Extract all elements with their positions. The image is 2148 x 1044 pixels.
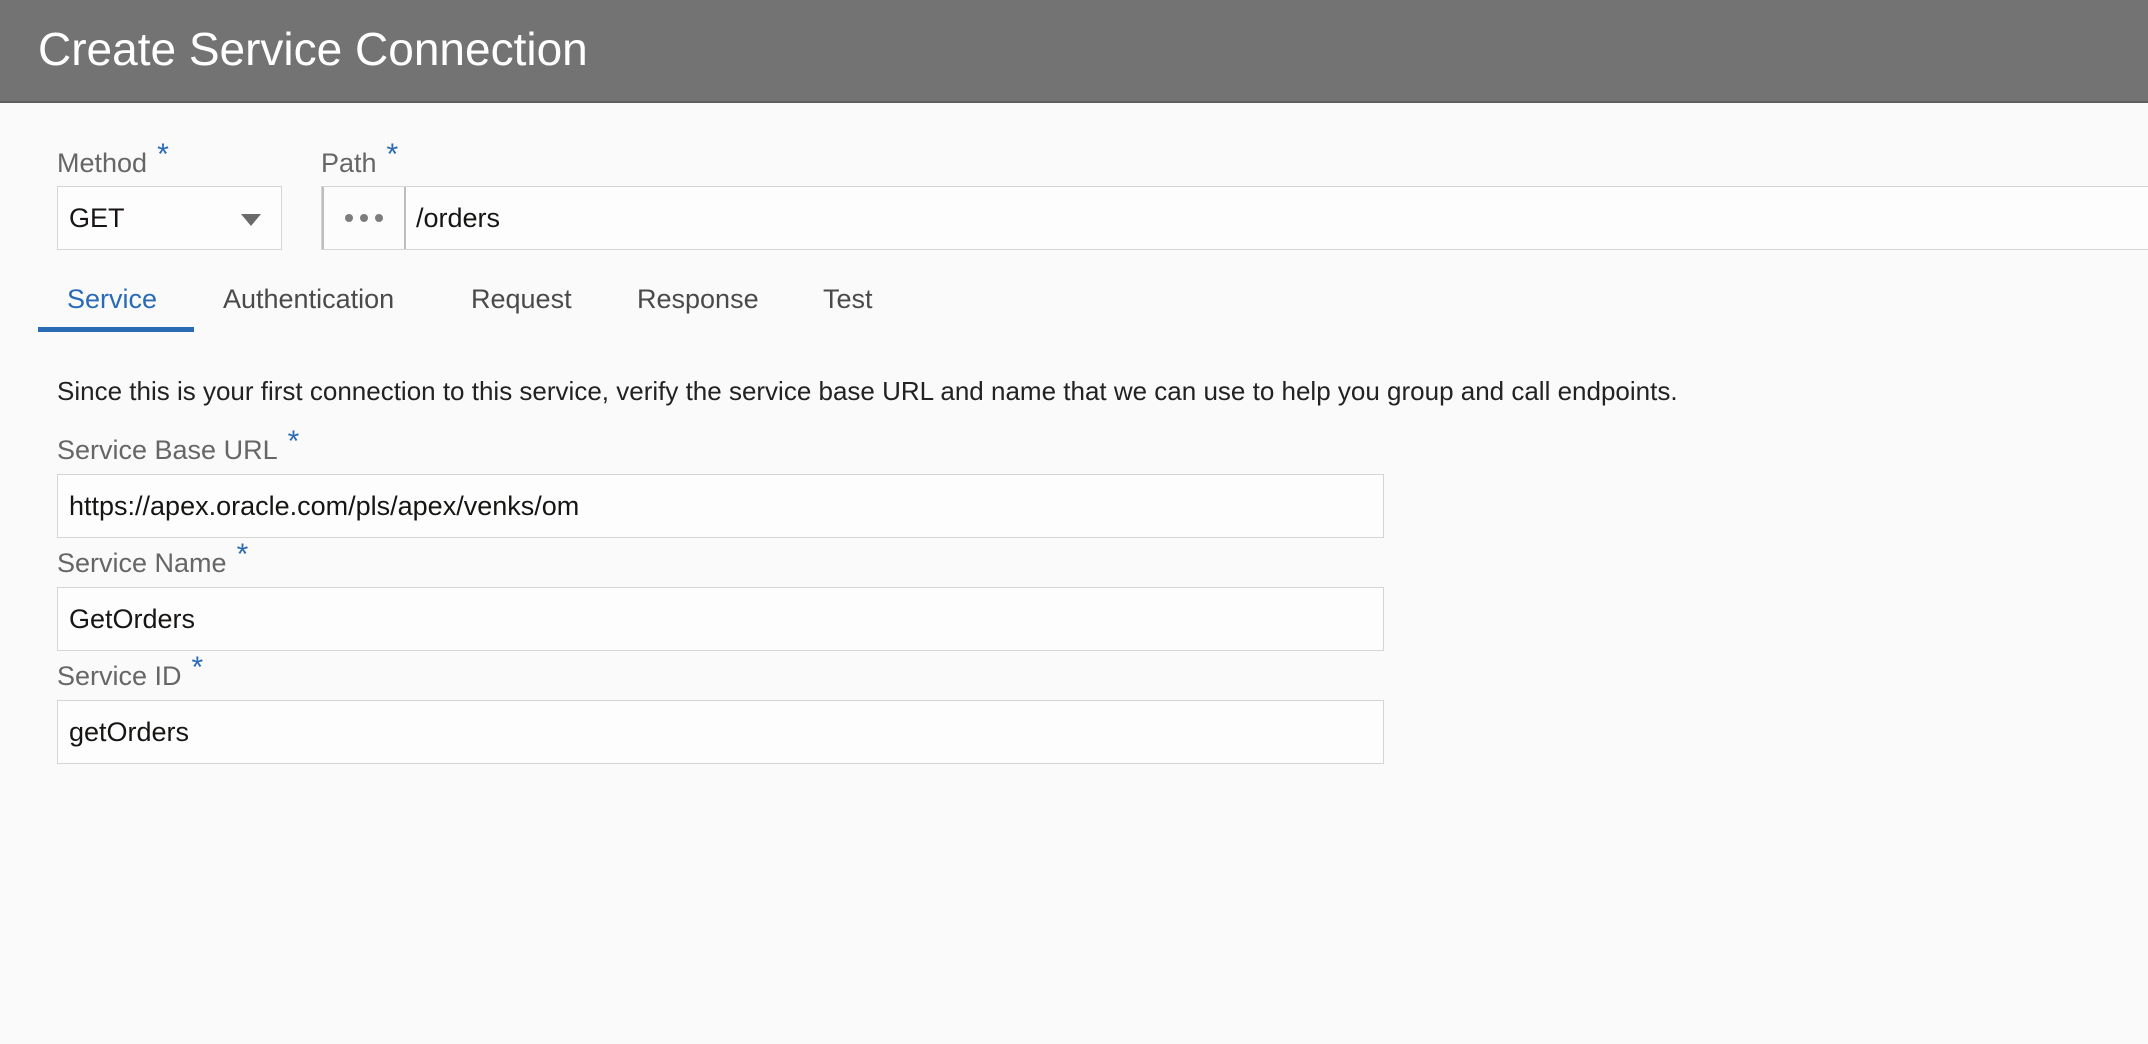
service-base-url-input[interactable]: https://apex.oracle.com/pls/apex/venks/o… xyxy=(57,474,1384,538)
active-tab-indicator xyxy=(38,327,194,332)
service-base-url-label: Service Base URL * xyxy=(57,425,299,467)
tab-service[interactable]: Service xyxy=(67,276,157,334)
service-id-required-mark: * xyxy=(191,651,204,684)
service-id-value: getOrders xyxy=(69,717,190,747)
service-id-input[interactable]: getOrders xyxy=(57,700,1384,764)
more-horizontal-icon-dot xyxy=(360,214,368,222)
tab-response[interactable]: Response xyxy=(637,276,759,334)
more-horizontal-icon-dot xyxy=(375,214,383,222)
service-base-url-required-mark: * xyxy=(287,425,300,458)
tab-test[interactable]: Test xyxy=(823,276,873,334)
dialog-title: Create Service Connection xyxy=(38,23,588,75)
service-base-url-label-text: Service Base URL xyxy=(57,435,278,465)
chevron-down-icon xyxy=(241,214,261,226)
service-base-url-value: https://apex.oracle.com/pls/apex/venks/o… xyxy=(69,491,580,521)
service-name-label: Service Name * xyxy=(57,538,248,580)
path-required-mark: * xyxy=(386,138,399,171)
path-field: /orders xyxy=(321,186,2148,250)
method-label: Method * xyxy=(57,138,169,180)
tab-request[interactable]: Request xyxy=(471,276,572,334)
method-select[interactable]: GET xyxy=(57,186,282,250)
more-horizontal-icon xyxy=(345,214,353,222)
service-intro-text: Since this is your first connection to t… xyxy=(57,376,1678,406)
service-name-value: GetOrders xyxy=(69,604,196,634)
path-label: Path * xyxy=(321,138,398,180)
service-id-label: Service ID * xyxy=(57,651,203,693)
service-name-required-mark: * xyxy=(236,538,249,571)
method-required-mark: * xyxy=(157,138,169,171)
path-picker-button[interactable] xyxy=(322,187,406,249)
method-select-value: GET xyxy=(69,203,125,233)
service-name-input[interactable]: GetOrders xyxy=(57,587,1384,651)
tab-authentication[interactable]: Authentication xyxy=(223,276,394,334)
path-input[interactable]: /orders xyxy=(416,203,500,234)
path-label-text: Path xyxy=(321,148,377,178)
service-name-label-text: Service Name xyxy=(57,548,227,578)
method-label-text: Method xyxy=(57,148,148,178)
dialog-header: Create Service Connection xyxy=(0,0,2148,103)
service-id-label-text: Service ID xyxy=(57,661,182,691)
